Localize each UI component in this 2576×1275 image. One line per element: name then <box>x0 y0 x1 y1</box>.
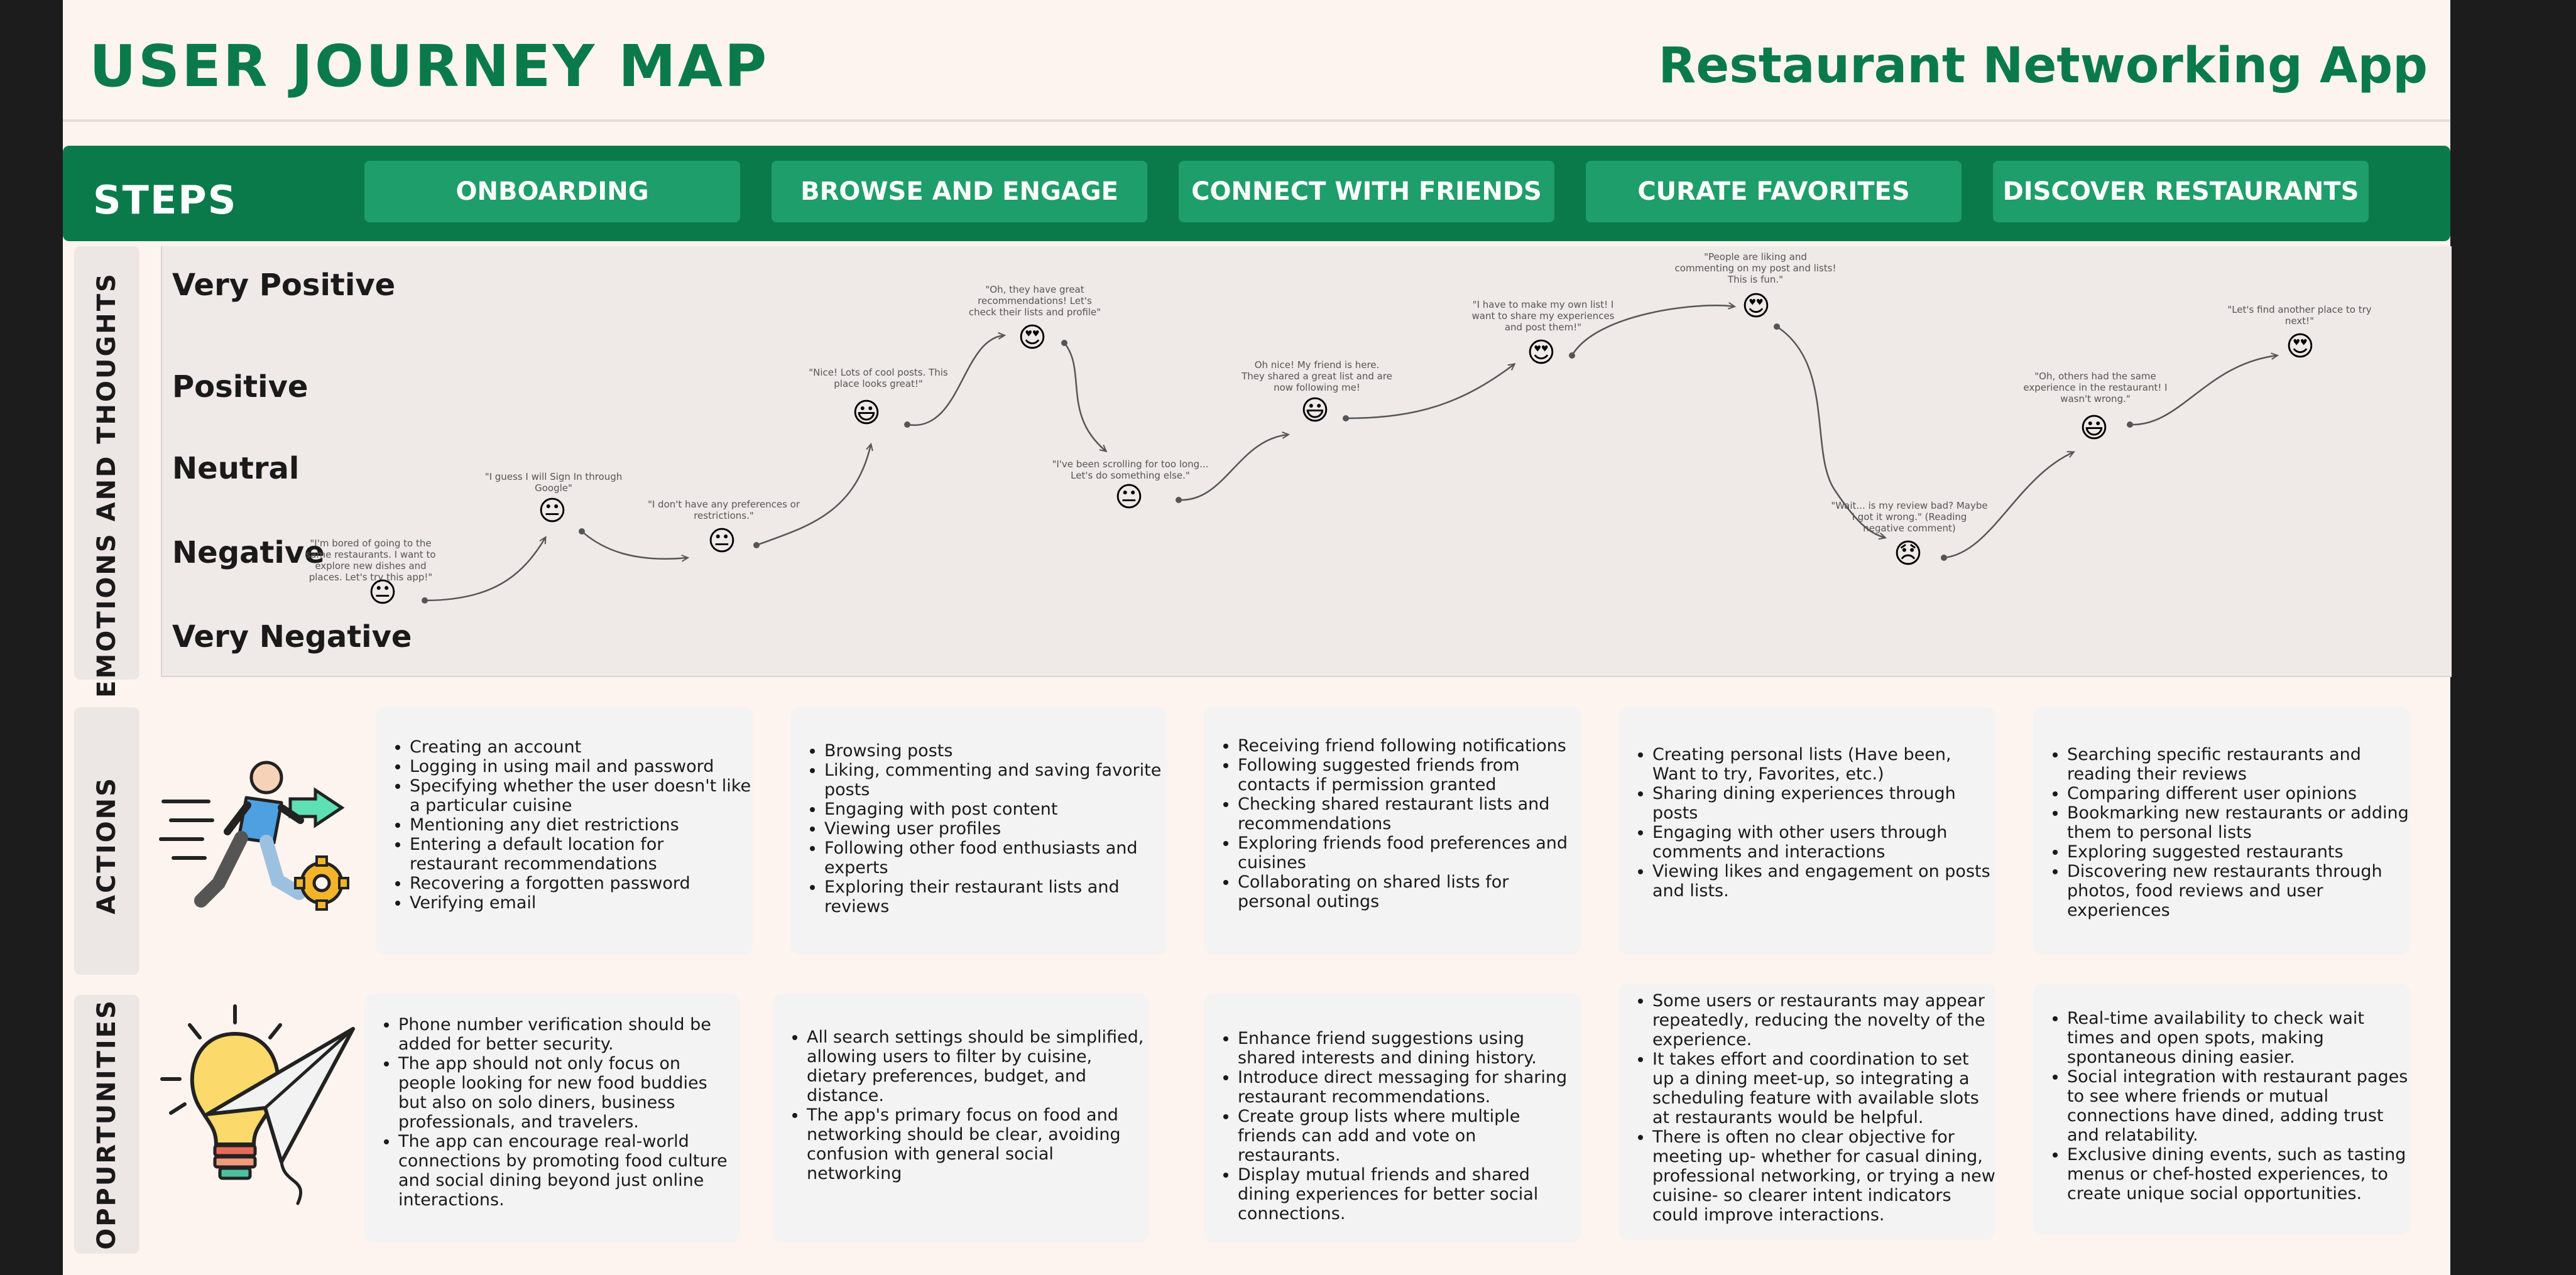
thought-bubble: "Nice! Lots of cool posts. This place lo… <box>809 367 948 389</box>
actions-card-browse: Browsing posts Liking, commenting and sa… <box>790 707 1167 955</box>
opportunities-card-connect: Enhance friend suggestions using shared … <box>1204 994 1581 1242</box>
actions-card-discover: Searching specific restaurants and readi… <box>2033 707 2410 955</box>
neutral-face-icon: 😐 <box>368 577 397 609</box>
list-item: Real-time availability to check wait tim… <box>2067 1009 2410 1067</box>
opportunities-section-label: OPPURTUNITIES <box>92 999 121 1250</box>
list-item: Receiving friend following notifications <box>1238 736 1581 756</box>
list-item: Exploring their restaurant lists and rev… <box>824 877 1167 916</box>
list-item: Bookmarking new restaurants or adding th… <box>2067 803 2410 842</box>
thought-bubble: "People are liking and commenting on my … <box>1674 251 1836 285</box>
thought-bubble: "Let's find another place to try next!" <box>2227 304 2372 327</box>
step-browse-and-engage: BROWSE AND ENGAGE <box>772 161 1147 222</box>
list-item: Liking, commenting and saving favorite p… <box>824 761 1167 800</box>
list-item: There is often no clear objective for me… <box>1652 1127 1995 1225</box>
thought-bubble: "Wait... is my review bad? Maybe I got i… <box>1831 500 1988 534</box>
list-item: Display mutual friends and shared dining… <box>1238 1165 1581 1223</box>
step-curate-favorites: CURATE FAVORITES <box>1586 161 1962 222</box>
list-item: Introduce direct messaging for sharing r… <box>1238 1068 1581 1107</box>
list-item: Specifying whether the user doesn't like… <box>410 776 753 815</box>
list-item: Entering a default location for restaura… <box>410 835 753 874</box>
step-onboarding: ONBOARDING <box>364 161 740 222</box>
emotions-section-label: EMOTIONS AND THOUGHTS <box>92 272 121 698</box>
grinning-face-icon: 😃 <box>852 397 881 429</box>
list-item: Searching specific restaurants and readi… <box>2067 745 2410 784</box>
scale-negative: Negative <box>172 535 325 570</box>
list-item: All search settings should be simplified… <box>807 1028 1149 1105</box>
disappointed-face-icon: 😞 <box>1894 538 1923 570</box>
list-item: Viewing user profiles <box>824 819 1167 838</box>
list-item: Enhance friend suggestions using shared … <box>1238 1029 1581 1068</box>
thought-bubble: "Oh, others had the same experience in t… <box>2023 371 2168 404</box>
list-item: Browsing posts <box>824 741 1167 761</box>
page-title: USER JOURNEY MAP <box>89 33 769 100</box>
list-item: Creating personal lists (Have been, Want… <box>1652 745 1995 784</box>
thought-bubble: "I guess I will Sign In through Google" <box>484 471 623 494</box>
actions-card-connect: Receiving friend following notifications… <box>1204 707 1581 955</box>
list-item: Engaging with other users through commen… <box>1652 823 1995 862</box>
list-item: Creating an account <box>410 737 753 757</box>
heart-eyes-face-icon: 😍 <box>2286 330 2315 362</box>
heart-eyes-face-icon: 😍 <box>1527 337 1556 369</box>
list-item: It takes effort and coordination to set … <box>1652 1050 1995 1127</box>
opportunities-card-discover: Real-time availability to check wait tim… <box>2033 984 2410 1235</box>
opportunities-card-curate: Some users or restaurants may appear rep… <box>1618 984 1995 1240</box>
list-item: The app can encourage real-world connect… <box>398 1132 740 1210</box>
thought-bubble: Oh nice! My friend is here. They shared … <box>1242 359 1392 393</box>
list-item: Phone number verification should be adde… <box>398 1015 740 1054</box>
opportunities-card-onboarding: Phone number verification should be adde… <box>364 994 740 1242</box>
grinning-face-icon: 😃 <box>2080 412 2109 444</box>
list-item: Following suggested friends from contact… <box>1238 756 1581 795</box>
scale-positive: Positive <box>172 369 308 404</box>
list-item: Comparing different user opinions <box>2067 784 2410 803</box>
actions-section-label: ACTIONS <box>92 776 121 914</box>
list-item: Following other food enthusiasts and exp… <box>824 838 1167 877</box>
list-item: Social integration with restaurant pages… <box>2067 1067 2410 1145</box>
running-person-icon <box>159 761 349 911</box>
list-item: Checking shared restaurant lists and rec… <box>1238 795 1581 833</box>
scale-neutral: Neutral <box>172 451 300 486</box>
heart-eyes-face-icon: 😍 <box>1742 290 1771 322</box>
title-divider <box>63 119 2450 122</box>
heart-eyes-face-icon: 😍 <box>1018 322 1047 354</box>
scale-very-negative: Very Negative <box>172 619 412 654</box>
steps-label: STEPS <box>93 177 237 223</box>
list-item: Engaging with post content <box>824 800 1167 819</box>
neutral-face-icon: 😐 <box>538 495 567 527</box>
list-item: Recovering a forgotten password <box>410 874 753 893</box>
thought-bubble: "I've been scrolling for too long... Let… <box>1052 458 1209 481</box>
neutral-face-icon: 😐 <box>1115 481 1143 513</box>
opportunities-card-browse: All search settings should be simplified… <box>773 994 1149 1242</box>
step-discover-restaurants: DISCOVER RESTAURANTS <box>1993 161 2369 222</box>
emotion-graph-panel <box>161 246 2452 677</box>
list-item: The app's primary focus on food and netw… <box>807 1105 1149 1183</box>
list-item: Exploring friends food preferences and c… <box>1238 833 1581 872</box>
list-item: Exclusive dining events, such as tasting… <box>2067 1145 2410 1203</box>
actions-card-curate: Creating personal lists (Have been, Want… <box>1618 707 1995 955</box>
lightbulb-paper-plane-icon <box>160 1004 355 1205</box>
thought-bubble: "I have to make my own list! I want to s… <box>1471 299 1615 333</box>
actions-card-onboarding: Creating an account Logging in using mai… <box>376 707 753 955</box>
list-item: The app should not only focus on people … <box>398 1054 740 1132</box>
app-title: Restaurant Networking App <box>1658 38 2428 94</box>
list-item: Collaborating on shared lists for person… <box>1238 872 1581 911</box>
thought-bubble: "Oh, they have great recommendations! Le… <box>968 284 1101 318</box>
list-item: Some users or restaurants may appear rep… <box>1652 991 1995 1050</box>
step-connect-with-friends: CONNECT WITH FRIENDS <box>1179 161 1554 222</box>
neutral-face-icon: 😐 <box>707 525 736 557</box>
thought-bubble: "I don't have any preferences or restric… <box>647 499 800 521</box>
grinning-face-icon: 😃 <box>1301 394 1329 426</box>
list-item: Exploring suggested restaurants <box>2067 842 2410 862</box>
list-item: Logging in using mail and password <box>410 757 753 776</box>
list-item: Mentioning any diet restrictions <box>410 815 753 835</box>
scale-very-positive: Very Positive <box>172 268 396 303</box>
list-item: Sharing dining experiences through posts <box>1652 784 1995 823</box>
list-item: Create group lists where multiple friend… <box>1238 1107 1581 1165</box>
list-item: Viewing likes and engagement on posts an… <box>1652 862 1995 901</box>
list-item: Verifying email <box>410 893 753 913</box>
list-item: Discovering new restaurants through phot… <box>2067 862 2410 920</box>
